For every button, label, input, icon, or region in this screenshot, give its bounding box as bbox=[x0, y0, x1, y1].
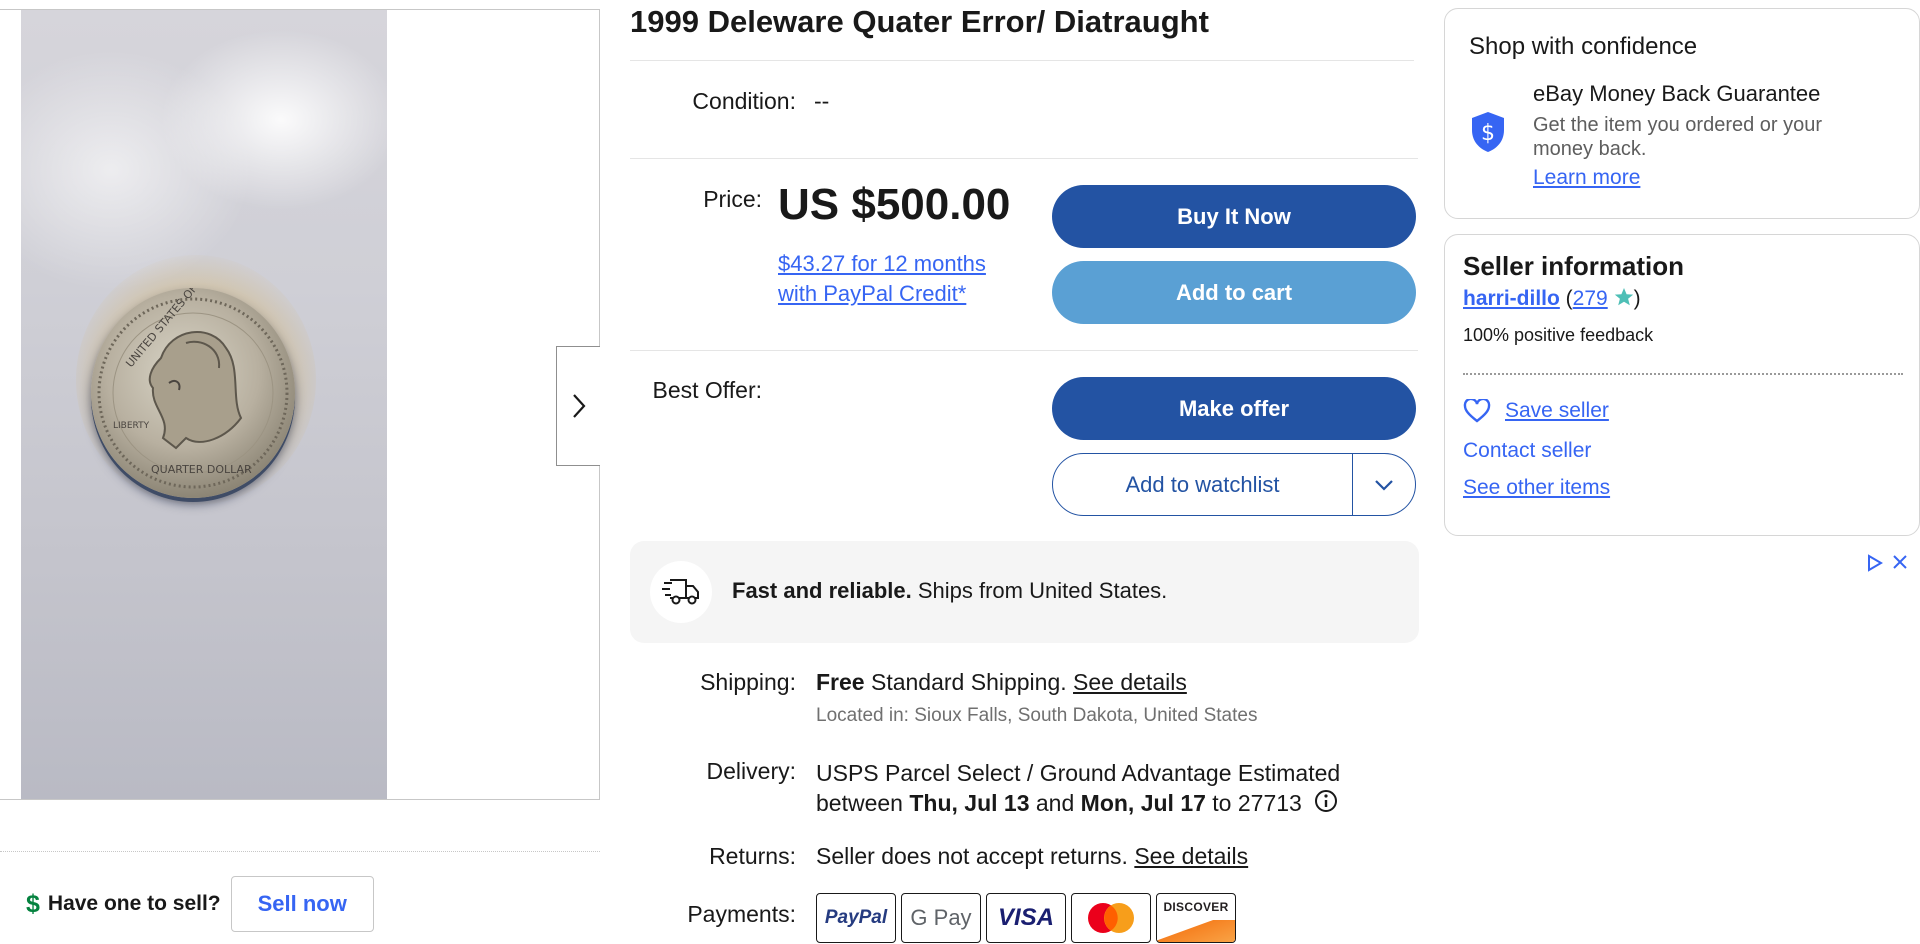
guarantee-text-line2: money back. bbox=[1533, 138, 1647, 160]
seller-feedback: 100% positive feedback bbox=[1463, 325, 1654, 345]
item-title: 1999 Deleware Quater Error/ Diatraught bbox=[630, 4, 1209, 39]
dollar-icon: $ bbox=[26, 889, 40, 918]
seller-score-open: ( bbox=[1559, 287, 1573, 310]
chevron-down-icon bbox=[1375, 479, 1393, 491]
save-seller-row[interactable]: Save seller bbox=[1463, 399, 1609, 423]
shipping-see-details-link[interactable]: See details bbox=[1073, 669, 1187, 695]
gallery-divider bbox=[0, 851, 600, 852]
returns-value: Seller does not accept returns. See deta… bbox=[816, 843, 1248, 870]
returns-text: Seller does not accept returns. bbox=[816, 843, 1135, 869]
svg-text:QUARTER DOLLAR: QUARTER DOLLAR bbox=[151, 463, 252, 476]
learn-more-link[interactable]: Learn more bbox=[1533, 166, 1640, 190]
item-photo[interactable]: UNITED STATES OF AMERICA QUARTER DOLLAR … bbox=[21, 10, 387, 799]
visa-logo: VISA bbox=[986, 893, 1066, 943]
discover-logo: DISCOVER bbox=[1156, 893, 1236, 943]
returns-see-details-link[interactable]: See details bbox=[1134, 843, 1248, 869]
seller-name-link[interactable]: harri-dillo bbox=[1463, 287, 1560, 310]
shipping-banner: Fast and reliable. Ships from United Sta… bbox=[630, 541, 1419, 643]
shop-with-confidence-card: Shop with confidence eBay Money Back Gua… bbox=[1444, 8, 1920, 219]
make-offer-button[interactable]: Make offer bbox=[1052, 377, 1416, 440]
shipping-free: Free bbox=[816, 669, 865, 695]
seller-heading: Seller information bbox=[1463, 251, 1685, 281]
google-pay-logo: G Pay bbox=[901, 893, 981, 943]
delivery-value: USPS Parcel Select / Ground Advantage Es… bbox=[816, 758, 1340, 818]
ad-controls bbox=[1866, 554, 1908, 572]
seller-divider bbox=[1463, 373, 1903, 375]
shipping-banner-bold: Fast and reliable. bbox=[732, 578, 912, 603]
svg-text:LIBERTY: LIBERTY bbox=[113, 421, 150, 431]
delivery-label: Delivery: bbox=[706, 758, 796, 784]
item-location: Located in: Sioux Falls, South Dakota, U… bbox=[816, 705, 1258, 726]
shipping-value: Free Standard Shipping. See details bbox=[816, 669, 1187, 696]
star-icon bbox=[1614, 288, 1633, 306]
seller-information-card: Seller information harri-dillo (279 ) 10… bbox=[1444, 234, 1920, 536]
guarantee-text: Get the item you ordered or your money b… bbox=[1533, 113, 1903, 161]
shipping-text: Standard Shipping. bbox=[864, 669, 1074, 695]
info-icon[interactable] bbox=[1314, 789, 1338, 813]
truck-icon bbox=[662, 579, 699, 605]
add-to-watchlist-button[interactable]: Add to watchlist bbox=[1053, 454, 1353, 515]
heart-icon bbox=[1463, 399, 1491, 423]
guarantee-title: eBay Money Back Guarantee bbox=[1533, 81, 1821, 106]
paypal-credit-line2[interactable]: with PayPal Credit* bbox=[778, 281, 966, 306]
sell-prompt: $ Have one to sell? Sell now bbox=[26, 876, 374, 932]
discover-stripe bbox=[1157, 920, 1235, 942]
paypal-credit-link[interactable]: $43.27 for 12 months with PayPal Credit* bbox=[778, 249, 1018, 309]
sell-now-button[interactable]: Sell now bbox=[230, 876, 374, 932]
truck-icon-wrap bbox=[650, 561, 712, 623]
sell-prompt-label: Have one to sell? bbox=[47, 892, 221, 915]
add-to-cart-button[interactable]: Add to cart bbox=[1052, 261, 1416, 324]
image-gallery: UNITED STATES OF AMERICA QUARTER DOLLAR … bbox=[0, 9, 600, 800]
coin-image: UNITED STATES OF AMERICA QUARTER DOLLAR … bbox=[91, 288, 295, 498]
price-value: US $500.00 bbox=[778, 180, 1011, 229]
best-offer-label: Best Offer: bbox=[652, 377, 762, 403]
confidence-heading: Shop with confidence bbox=[1469, 33, 1698, 60]
delivery-between: between bbox=[816, 790, 910, 816]
watchlist-control: Add to watchlist bbox=[1052, 453, 1416, 516]
divider bbox=[630, 350, 1418, 351]
close-ad-icon[interactable] bbox=[1892, 554, 1908, 570]
delivery-zip: to 27713 bbox=[1205, 790, 1302, 816]
svg-text:$: $ bbox=[1481, 121, 1495, 146]
chevron-right-icon bbox=[572, 394, 585, 418]
shipping-banner-text: Fast and reliable. Ships from United Sta… bbox=[732, 578, 1167, 604]
condition-label: Condition: bbox=[692, 88, 796, 114]
adchoices-icon[interactable] bbox=[1866, 554, 1884, 572]
payments-label: Payments: bbox=[687, 901, 796, 927]
see-other-items-link[interactable]: See other items bbox=[1463, 476, 1610, 500]
payment-methods: PayPal G Pay VISA DISCOVER bbox=[816, 893, 1236, 943]
delivery-service: USPS Parcel Select / Ground Advantage Es… bbox=[816, 760, 1341, 786]
divider bbox=[630, 158, 1418, 159]
paypal-logo: PayPal bbox=[816, 893, 896, 943]
paypal-credit-line1[interactable]: $43.27 for 12 months bbox=[778, 251, 986, 276]
watchlist-dropdown-button[interactable] bbox=[1353, 454, 1415, 515]
shipping-banner-rest: Ships from United States. bbox=[911, 578, 1168, 603]
seller-name-row: harri-dillo (279 ) bbox=[1463, 287, 1641, 311]
seller-score-link[interactable]: 279 bbox=[1573, 287, 1608, 310]
price-label: Price: bbox=[703, 186, 762, 212]
shipping-label: Shipping: bbox=[700, 669, 796, 695]
mastercard-icon bbox=[1088, 903, 1134, 933]
returns-label: Returns: bbox=[709, 843, 796, 869]
delivery-and: and bbox=[1029, 790, 1081, 816]
divider bbox=[630, 60, 1414, 61]
delivery-date-start: Thu, Jul 13 bbox=[909, 790, 1030, 816]
mastercard-logo bbox=[1071, 893, 1151, 943]
seller-score-close: ) bbox=[1633, 287, 1641, 310]
contact-seller-link[interactable]: Contact seller bbox=[1463, 439, 1591, 463]
delivery-date-end: Mon, Jul 17 bbox=[1080, 790, 1206, 816]
shield-dollar-icon: $ bbox=[1472, 112, 1504, 152]
save-seller-link[interactable]: Save seller bbox=[1505, 399, 1609, 423]
next-image-button[interactable] bbox=[556, 346, 600, 466]
buy-it-now-button[interactable]: Buy It Now bbox=[1052, 185, 1416, 248]
guarantee-text-line1: Get the item you ordered or your bbox=[1533, 114, 1823, 136]
condition-value: -- bbox=[814, 88, 830, 114]
